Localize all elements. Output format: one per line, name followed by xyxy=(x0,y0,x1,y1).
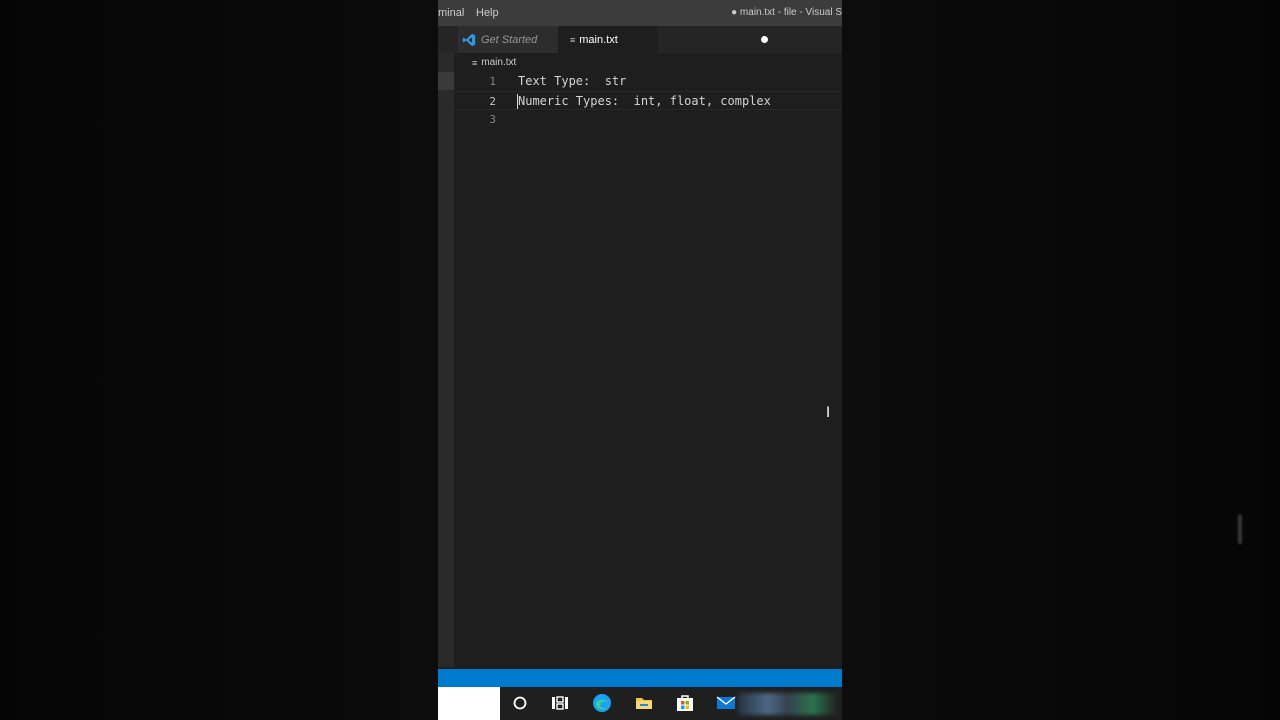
line-number: 1 xyxy=(489,75,496,88)
editor[interactable]: 1 Text Type: str 2 Numeric Types: int, f… xyxy=(454,72,842,129)
editor-line[interactable]: 3 xyxy=(454,110,842,129)
window-title: ● main.txt - file - Visual S xyxy=(731,7,842,18)
status-bar xyxy=(438,669,842,687)
editor-line-current[interactable]: 2 Numeric Types: int, float, complex xyxy=(454,91,842,110)
line-number: 2 xyxy=(489,95,496,108)
breadcrumb-file[interactable]: main.txt xyxy=(481,57,516,68)
line-text[interactable]: Numeric Types: int, float, complex xyxy=(518,92,771,111)
search-box[interactable] xyxy=(438,687,500,720)
menu-help[interactable]: Help xyxy=(476,7,499,19)
breadcrumb[interactable]: ≡ main.txt xyxy=(472,57,516,68)
edge-icon[interactable] xyxy=(592,693,612,713)
text-cursor-icon: I xyxy=(1234,508,1246,554)
text-file-icon: ≡ xyxy=(570,34,576,45)
tab-main-txt[interactable]: ≡ main.txt xyxy=(558,26,768,53)
tab-label: Get Started xyxy=(481,33,538,46)
line-text[interactable]: Text Type: str xyxy=(518,72,626,91)
right-letterbox xyxy=(842,0,1280,720)
text-caret xyxy=(517,94,518,109)
menu-terminal[interactable]: minal xyxy=(438,7,464,19)
tab-label: main.txt xyxy=(579,33,618,46)
editor-line[interactable]: 1 Text Type: str xyxy=(454,72,842,91)
vscode-icon xyxy=(462,33,476,46)
tab-get-started[interactable]: Get Started xyxy=(458,26,558,53)
vscode-window: minal Help ● main.txt - file - Visual S … xyxy=(438,0,842,720)
file-explorer-icon[interactable] xyxy=(634,693,654,713)
activity-bar-selection xyxy=(438,72,454,90)
text-file-icon: ≡ xyxy=(472,57,478,68)
title-bar: minal Help ● main.txt - file - Visual S xyxy=(438,0,842,26)
unsaved-dot-icon[interactable] xyxy=(761,36,768,43)
cortana-icon[interactable] xyxy=(510,693,530,713)
mouse-ibeam-icon: I xyxy=(826,405,831,421)
blurred-tray xyxy=(738,693,838,715)
left-letterbox xyxy=(0,0,438,720)
task-view-icon[interactable] xyxy=(550,693,570,713)
mail-icon[interactable] xyxy=(716,693,736,713)
windows-taskbar xyxy=(438,687,842,720)
tab-bar: · Get Started ≡ main.txt xyxy=(438,26,842,70)
line-number: 3 xyxy=(489,113,496,126)
store-icon[interactable] xyxy=(675,693,695,713)
activity-bar xyxy=(438,53,454,667)
